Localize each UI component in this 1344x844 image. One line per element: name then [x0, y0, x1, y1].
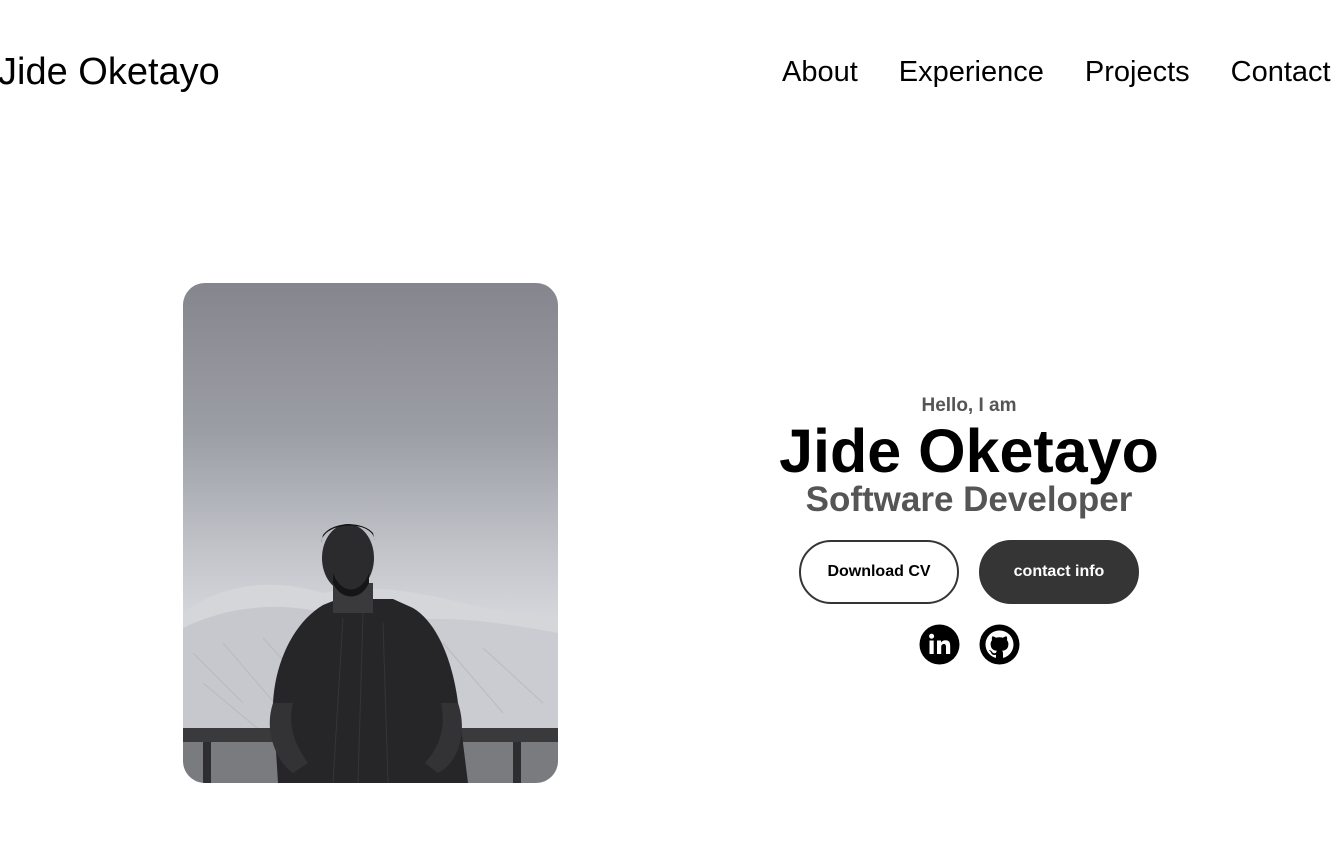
contact-info-button[interactable]: contact info [979, 540, 1139, 604]
linkedin-icon[interactable] [919, 624, 960, 665]
nav-link-about[interactable]: About [782, 55, 858, 89]
nav-link-projects[interactable]: Projects [1085, 55, 1190, 89]
nav-link-experience[interactable]: Experience [899, 55, 1044, 89]
hero-buttons: Download CV contact info [769, 540, 1169, 604]
hero-section: Hello, I am Jide Oketayo Software Develo… [769, 394, 1169, 665]
download-cv-button[interactable]: Download CV [799, 540, 959, 604]
profile-photo [183, 283, 558, 783]
logo[interactable]: Jide Oketayo [0, 50, 220, 94]
hero-title: Software Developer [805, 480, 1133, 519]
greeting-text: Hello, I am [921, 395, 1017, 416]
main-nav: About Experience Projects Contact [782, 55, 1331, 89]
hero-name: Jide Oketayo [779, 417, 1159, 485]
github-icon[interactable] [979, 624, 1020, 665]
page: Jide Oketayo About Experience Projects C… [0, 0, 1344, 844]
nav-link-contact[interactable]: Contact [1231, 55, 1331, 89]
social-links [769, 624, 1169, 665]
